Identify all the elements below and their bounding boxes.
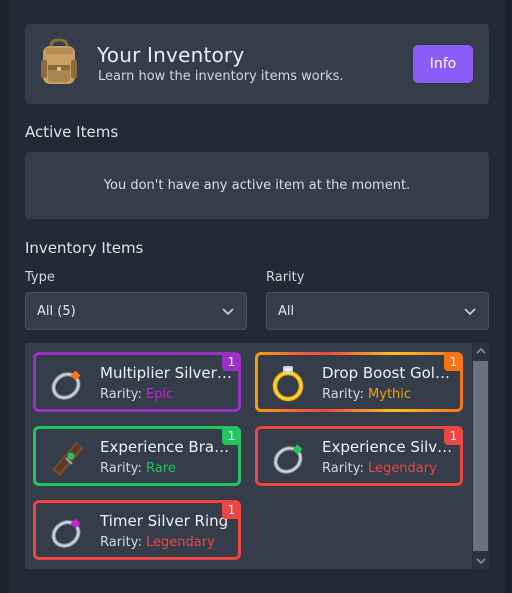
item-name: Drop Boost Gold Ring: [322, 364, 454, 382]
item-rarity-value: Legendary: [146, 535, 215, 550]
rarity-filter-select[interactable]: All: [266, 292, 489, 330]
active-items-empty-state: You don't have any active item at the mo…: [25, 152, 489, 219]
backpack-icon: [41, 38, 77, 84]
item-rarity-prefix: Rarity:: [100, 387, 142, 402]
item-count-badge: 1: [222, 500, 241, 519]
type-filter-select[interactable]: All (5): [25, 292, 247, 330]
inventory-header: Your Inventory Learn how the inventory i…: [25, 24, 489, 104]
inventory-item-card[interactable]: Timer Silver Ring Rarity: Legendary 1: [33, 500, 241, 560]
inventory-item-card[interactable]: Experience Bracelet Rarity: Rare 1: [33, 426, 241, 486]
type-filter-label: Type: [25, 270, 55, 285]
inventory-item-card[interactable]: Drop Boost Gold Ring Rarity: Mythic 1: [255, 352, 463, 412]
item-rarity-prefix: Rarity:: [100, 535, 142, 550]
chevron-up-icon: [475, 347, 486, 354]
active-items-empty-message: You don't have any active item at the mo…: [103, 178, 411, 193]
bracelet-icon: [52, 442, 84, 476]
item-count-badge: 1: [222, 426, 241, 445]
active-items-heading: Active Items: [25, 123, 119, 141]
chevron-down-icon: [222, 308, 234, 316]
item-rarity-value: Rare: [146, 461, 176, 476]
silver-ring-icon: [51, 370, 81, 400]
item-count-badge: 1: [444, 352, 463, 371]
item-rarity: Rarity: Epic: [100, 387, 173, 402]
scroll-down-arrow[interactable]: [472, 553, 489, 569]
inventory-items-heading: Inventory Items: [25, 239, 144, 257]
page-title: Your Inventory: [97, 43, 245, 67]
item-rarity-prefix: Rarity:: [322, 461, 364, 476]
silver-ring-icon: [273, 444, 303, 474]
inventory-scrollbar[interactable]: [472, 343, 489, 569]
inventory-item-card[interactable]: Multiplier Silver Ring Rarity: Epic 1: [33, 352, 241, 412]
chevron-down-icon: [475, 558, 486, 565]
gold-ring-icon: [272, 366, 304, 402]
chevron-down-icon: [464, 308, 476, 316]
item-name: Multiplier Silver Ring: [100, 364, 232, 382]
item-rarity-value: Epic: [146, 387, 174, 402]
rarity-filter-value: All: [278, 304, 295, 319]
item-rarity: Rarity: Legendary: [100, 535, 215, 550]
item-rarity-value: Mythic: [368, 387, 412, 402]
item-name: Experience Silver Ring: [322, 438, 454, 456]
item-rarity-prefix: Rarity:: [100, 461, 142, 476]
item-rarity-prefix: Rarity:: [322, 387, 364, 402]
page-subtitle: Learn how the inventory items works.: [98, 69, 344, 84]
inventory-item-card[interactable]: Experience Silver Ring Rarity: Legendary…: [255, 426, 463, 486]
type-filter-value: All (5): [37, 304, 76, 319]
silver-ring-icon: [51, 518, 81, 548]
item-rarity-value: Legendary: [368, 461, 437, 476]
rarity-filter-label: Rarity: [266, 270, 305, 285]
item-count-badge: 1: [222, 352, 241, 371]
item-count-badge: 1: [444, 426, 463, 445]
info-button[interactable]: Info: [413, 45, 473, 83]
scroll-thumb[interactable]: [473, 361, 488, 551]
item-rarity: Rarity: Rare: [100, 461, 176, 476]
scroll-up-arrow[interactable]: [472, 343, 489, 359]
item-rarity: Rarity: Legendary: [322, 461, 437, 476]
item-name: Timer Silver Ring: [100, 512, 229, 530]
item-rarity: Rarity: Mythic: [322, 387, 411, 402]
item-name: Experience Bracelet: [100, 438, 232, 456]
